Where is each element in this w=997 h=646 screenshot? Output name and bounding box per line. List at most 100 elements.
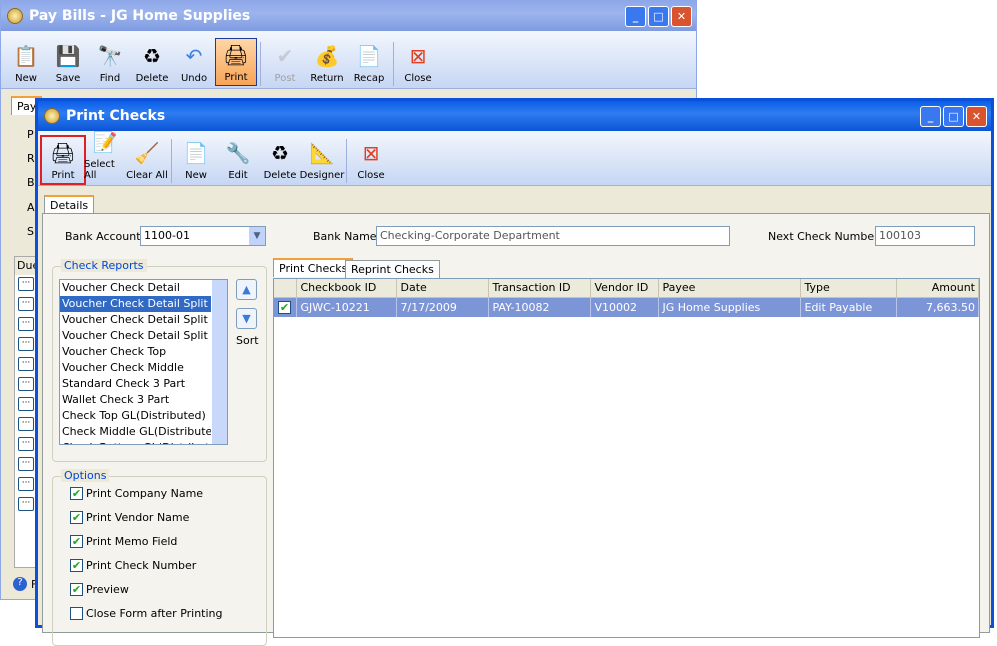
option-checkbox[interactable]: Close Form after Printing xyxy=(70,607,223,620)
checkbox[interactable] xyxy=(70,607,83,620)
print-button[interactable]: 🖨 Print xyxy=(40,135,86,185)
side-label: S xyxy=(27,225,34,238)
report-item[interactable]: Check Bottom GL(Distributed) xyxy=(60,440,211,444)
ellipsis-button[interactable]: ··· xyxy=(18,297,34,311)
column-header[interactable]: Vendor ID xyxy=(590,279,659,298)
option-checkbox[interactable]: ✔ Print Check Number xyxy=(70,559,196,572)
option-checkbox[interactable]: ✔ Preview xyxy=(70,583,129,596)
recycle-bin-icon: ♻ xyxy=(271,141,289,165)
bank-account-select[interactable]: 1100-01 ▼ xyxy=(140,226,266,246)
column-header[interactable]: Date xyxy=(396,279,489,298)
report-item[interactable]: Voucher Check Detail Split xyxy=(60,296,211,312)
tab-reprint-checks[interactable]: Reprint Checks xyxy=(345,260,440,278)
side-label: B xyxy=(27,176,35,189)
wrench-icon: 🔧 xyxy=(225,141,251,165)
close-window-button[interactable]: ✕ xyxy=(671,6,692,27)
next-check-number-field[interactable]: 100103 xyxy=(875,226,975,246)
close-icon: ⊠ xyxy=(409,44,427,68)
checkbox[interactable]: ✔ xyxy=(70,559,83,572)
tab-details[interactable]: Details xyxy=(44,195,95,214)
new-button[interactable]: 📋 New xyxy=(5,40,47,86)
recap-icon: 📄 xyxy=(356,44,382,68)
ellipsis-button[interactable]: ··· xyxy=(18,317,34,331)
ellipsis-button[interactable]: ··· xyxy=(18,497,34,511)
ellipsis-button[interactable]: ··· xyxy=(18,277,34,291)
edit-button[interactable]: 🔧 Edit xyxy=(217,137,259,183)
report-item[interactable]: Wallet Check 3 Part xyxy=(60,392,211,408)
save-icon: 💾 xyxy=(55,44,81,68)
close-button[interactable]: ⊠ Close xyxy=(350,137,392,183)
option-checkbox[interactable]: ✔ Print Company Name xyxy=(70,487,203,500)
option-checkbox[interactable]: ✔ Print Memo Field xyxy=(70,535,177,548)
ellipsis-button[interactable]: ··· xyxy=(18,457,34,471)
undo-button[interactable]: ↶ Undo xyxy=(173,40,215,86)
pay-bills-title-bar: Pay Bills - JG Home Supplies _ □ ✕ xyxy=(1,1,696,31)
check-reports-list[interactable]: Voucher Check Detail Voucher Check Detail… xyxy=(59,279,228,445)
select-all-button[interactable]: 📝 Select All xyxy=(84,126,126,183)
checkbox[interactable]: ✔ xyxy=(70,511,83,524)
column-header[interactable]: Type xyxy=(800,279,897,298)
return-button[interactable]: 💰 Return xyxy=(306,40,348,86)
column-header[interactable]: Payee xyxy=(658,279,801,298)
maximize-button[interactable]: □ xyxy=(648,6,669,27)
ellipsis-button[interactable]: ··· xyxy=(18,337,34,351)
minimize-button[interactable]: _ xyxy=(920,106,941,127)
table-cell: PAY-10082 xyxy=(488,297,591,317)
bank-account-label: Bank Account xyxy=(65,230,141,243)
next-check-number-label: Next Check Number xyxy=(768,230,879,243)
delete-button[interactable]: ♻ Delete xyxy=(131,40,173,86)
recap-button[interactable]: 📄 Recap xyxy=(348,40,390,86)
report-item[interactable]: Voucher Check Detail xyxy=(60,280,211,296)
table-row[interactable]: ✔ GJWC-10221 7/17/2009 PAY-10082 V10002 JG Ho… xyxy=(274,297,979,317)
close-window-button[interactable]: ✕ xyxy=(966,106,987,127)
window-title: Pay Bills - JG Home Supplies xyxy=(29,8,251,24)
checkbox[interactable]: ✔ xyxy=(70,535,83,548)
maximize-button[interactable]: □ xyxy=(943,106,964,127)
table-cell: JG Home Supplies xyxy=(658,297,801,317)
help-icon[interactable]: ? xyxy=(13,577,27,591)
ellipsis-button[interactable]: ··· xyxy=(18,417,34,431)
row-checkbox[interactable]: ✔ xyxy=(274,297,297,317)
checkbox[interactable]: ✔ xyxy=(70,583,83,596)
clear-all-button[interactable]: 🧹 Clear All xyxy=(126,137,168,183)
print-button[interactable]: 🖨 Print xyxy=(215,38,257,86)
ellipsis-button[interactable]: ··· xyxy=(18,377,34,391)
post-icon: ✔ xyxy=(276,44,294,68)
delete-button[interactable]: ♻ Delete xyxy=(259,137,301,183)
toolbar-separator xyxy=(171,139,172,183)
table-cell: GJWC-10221 xyxy=(296,297,397,317)
close-button[interactable]: ⊠ Close xyxy=(397,40,439,86)
report-item[interactable]: Check Top GL(Distributed) xyxy=(60,408,211,424)
report-item[interactable]: Voucher Check Middle xyxy=(60,360,211,376)
move-down-button[interactable]: ▼ xyxy=(236,308,257,329)
bank-name-field[interactable]: Checking-Corporate Department xyxy=(376,226,730,246)
post-button[interactable]: ✔ Post xyxy=(264,40,306,86)
scrollbar[interactable] xyxy=(212,280,227,444)
checkbox[interactable]: ✔ xyxy=(70,487,83,500)
move-up-button[interactable]: ▲ xyxy=(236,279,257,300)
report-item[interactable]: Voucher Check Top xyxy=(60,344,211,360)
minimize-button[interactable]: _ xyxy=(625,6,646,27)
ellipsis-button[interactable]: ··· xyxy=(18,437,34,451)
recycle-bin-icon: ♻ xyxy=(143,44,161,68)
new-button[interactable]: 📄 New xyxy=(175,137,217,183)
ellipsis-button[interactable]: ··· xyxy=(18,477,34,491)
chevron-down-icon[interactable]: ▼ xyxy=(249,227,265,245)
report-item[interactable]: Voucher Check Detail Split Bott xyxy=(60,328,211,344)
find-button[interactable]: 🔭 Find xyxy=(89,40,131,86)
column-header[interactable]: Transaction ID xyxy=(488,279,591,298)
ellipsis-button[interactable]: ··· xyxy=(18,357,34,371)
save-button[interactable]: 💾 Save xyxy=(47,40,89,86)
check-reports-label: Check Reports xyxy=(61,259,147,272)
option-checkbox[interactable]: ✔ Print Vendor Name xyxy=(70,511,189,524)
column-header[interactable]: Checkbook ID xyxy=(296,279,397,298)
column-header[interactable]: Amount xyxy=(896,279,979,298)
clear-all-icon: 🧹 xyxy=(134,141,160,165)
tab-print-checks[interactable]: Print Checks xyxy=(273,258,354,277)
report-item[interactable]: Check Middle GL(Distributed) xyxy=(60,424,211,440)
binoculars-icon: 🔭 xyxy=(97,44,123,68)
designer-button[interactable]: 📐 Designer xyxy=(300,137,345,183)
report-item[interactable]: Voucher Check Detail Split Midd xyxy=(60,312,211,328)
ellipsis-button[interactable]: ··· xyxy=(18,397,34,411)
report-item[interactable]: Standard Check 3 Part xyxy=(60,376,211,392)
